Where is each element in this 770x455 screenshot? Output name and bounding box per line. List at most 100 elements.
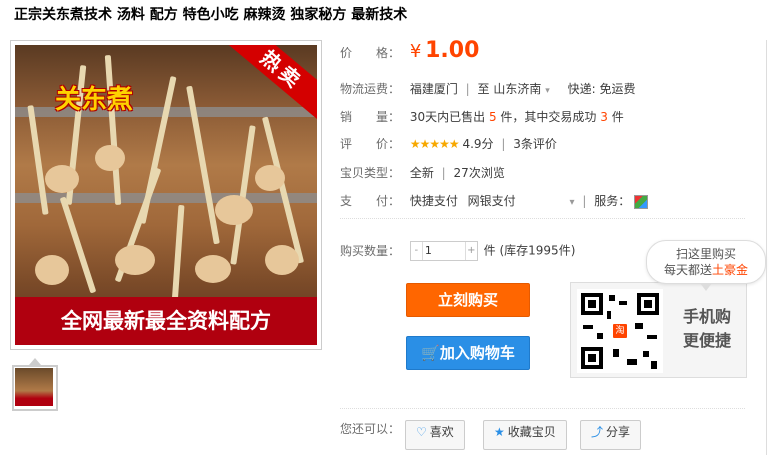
qr-code[interactable]: 淘 (577, 289, 663, 373)
divider (340, 218, 745, 219)
qr-module (635, 323, 643, 329)
rating-score: 4.9分 (462, 137, 494, 151)
cart-icon: 🛒 (421, 344, 440, 362)
quantity-minus-button[interactable]: - (411, 242, 423, 260)
rating-label: 评 价： (340, 137, 401, 151)
qr-module (619, 301, 627, 305)
thumbnail-image (15, 368, 53, 406)
stock-info: 件 (库存1995件) (483, 243, 576, 258)
photo-food (95, 145, 125, 171)
share-button-label: 分享 (606, 425, 631, 439)
reviews-link[interactable]: 3条评价 (513, 137, 557, 151)
qr-module (647, 335, 657, 339)
photo-food (45, 165, 79, 193)
photo-food (265, 245, 299, 275)
sales-row: 销 量： 30天内已售出 5 件，其中交易成功 3 件 (340, 108, 624, 125)
quantity-input[interactable]: 1 (425, 244, 432, 257)
favorite-button[interactable]: ★ 收藏宝贝 (483, 420, 567, 450)
qr-module (644, 300, 652, 308)
heart-icon: ♡ (416, 425, 427, 439)
photo-skewer (171, 204, 185, 306)
shipping-express: 快递: 免运费 (567, 82, 636, 96)
qr-module (651, 361, 657, 369)
payment-method-1[interactable]: 快捷支付 (410, 194, 458, 208)
more-actions-label: 您还可以： (340, 422, 401, 436)
qr-module (609, 295, 615, 301)
payment-row: 支 付： 快捷支付 网银支付 ▾ | 服务： (340, 192, 649, 209)
share-button[interactable]: ⤴ 分享 (580, 420, 642, 450)
right-border (766, 40, 767, 455)
qr-module (597, 333, 603, 339)
buy-now-button[interactable]: 立刻购买 (406, 283, 530, 317)
photo-food (195, 255, 231, 283)
image-overlay-title: 关东煮 (55, 85, 134, 115)
sales-label: 销 量： (340, 110, 401, 124)
service-icon[interactable] (634, 194, 649, 209)
item-views: 27次浏览 (453, 166, 505, 180)
qr-module (613, 349, 619, 357)
bubble-line1: 扫这里购买 (675, 247, 736, 261)
qr-module (583, 325, 593, 329)
qr-module (643, 351, 649, 357)
mobile-text-line2: 更便捷 (682, 331, 731, 350)
favorite-button-label: 收藏宝贝 (507, 425, 556, 439)
mobile-text-line1: 手机购 (682, 307, 731, 326)
product-title: 正宗关东煮技术 汤料 配方 特色小吃 麻辣烫 独家秘方 最新技术 (14, 7, 408, 23)
shipping-to-prefix: 至 (477, 82, 490, 96)
rating-row: 评 价： ★★★★★ 4.9分 | 3条评价 (340, 137, 557, 151)
product-photo: 关东煮 热卖 全网最新最全资料配方 (15, 45, 317, 345)
item-type-row: 宝贝类型： 全新 | 27次浏览 (340, 166, 505, 180)
image-banner: 全网最新最全资料配方 (15, 297, 317, 345)
payment-dropdown-icon[interactable]: ▾ (570, 197, 575, 208)
photo-food (115, 245, 155, 275)
qr-module (588, 354, 596, 362)
sales-success-count: 3 (600, 110, 608, 124)
thumbnail-1[interactable] (12, 365, 58, 411)
shipping-label: 物流运费： (340, 82, 401, 96)
like-button-label: 喜欢 (429, 425, 454, 439)
item-type-label: 宝贝类型： (340, 166, 401, 180)
sales-mid-text: 件，其中交易成功 (500, 110, 597, 124)
divider (340, 408, 745, 409)
item-condition: 全新 (409, 166, 434, 180)
thumbnail-arrow-icon (29, 358, 41, 365)
price-row: 价 格： ¥ 1.00 (340, 38, 479, 63)
qr-module (607, 311, 611, 319)
photo-food (35, 255, 69, 285)
sales-prefix: 30天内已售出 (409, 110, 486, 124)
like-button[interactable]: ♡ 喜欢 (405, 420, 465, 450)
scan-promo-bubble: 扫这里购买 每天都送土豪金 (646, 240, 766, 284)
qr-module (588, 300, 596, 308)
shipping-destination[interactable]: 山东济南 ▾ (493, 82, 549, 96)
shipping-row: 物流运费： 福建厦门 | 至 山东济南 ▾ 快递: 免运费 (340, 82, 636, 96)
service-label: 服务： (594, 194, 631, 208)
photo-skewer (104, 54, 122, 206)
payment-label: 支 付： (340, 194, 401, 208)
sales-sold-count: 5 (488, 110, 497, 124)
taobao-logo-icon: 淘 (611, 322, 629, 340)
price-label: 价 格： (340, 46, 401, 60)
rating-stars-icon: ★★★★★ (409, 137, 460, 151)
quantity-row: 购买数量： - 1 + 件 (库存1995件) (340, 241, 575, 261)
main-product-image[interactable]: 关东煮 热卖 全网最新最全资料配方 (10, 40, 322, 350)
star-icon: ★ (494, 425, 505, 439)
add-to-cart-button[interactable]: 🛒加入购物车 (406, 336, 530, 370)
chevron-down-icon: ▾ (545, 86, 550, 96)
bubble-line2: 每天都送土豪金 (663, 263, 749, 277)
sales-suffix: 件 (611, 110, 624, 124)
quantity-stepper[interactable]: - 1 + (409, 241, 478, 261)
shipping-from: 福建厦门 (409, 82, 458, 96)
photo-food (215, 195, 253, 225)
photo-food (255, 165, 285, 191)
mobile-purchase-card[interactable]: 淘 手机购 更便捷 (570, 282, 747, 378)
quantity-plus-button[interactable]: + (464, 242, 477, 260)
quantity-label: 购买数量： (340, 243, 401, 258)
bubble-tail (700, 283, 712, 291)
share-icon: ⤴ (591, 425, 604, 439)
price-value: 1.00 (425, 38, 480, 63)
payment-method-2[interactable]: 网银支付 (468, 194, 516, 208)
qr-module (627, 359, 637, 365)
add-to-cart-label: 加入购物车 (439, 344, 515, 362)
mobile-purchase-text: 手机购 更便捷 (677, 305, 737, 353)
price-symbol: ¥ (409, 41, 422, 62)
